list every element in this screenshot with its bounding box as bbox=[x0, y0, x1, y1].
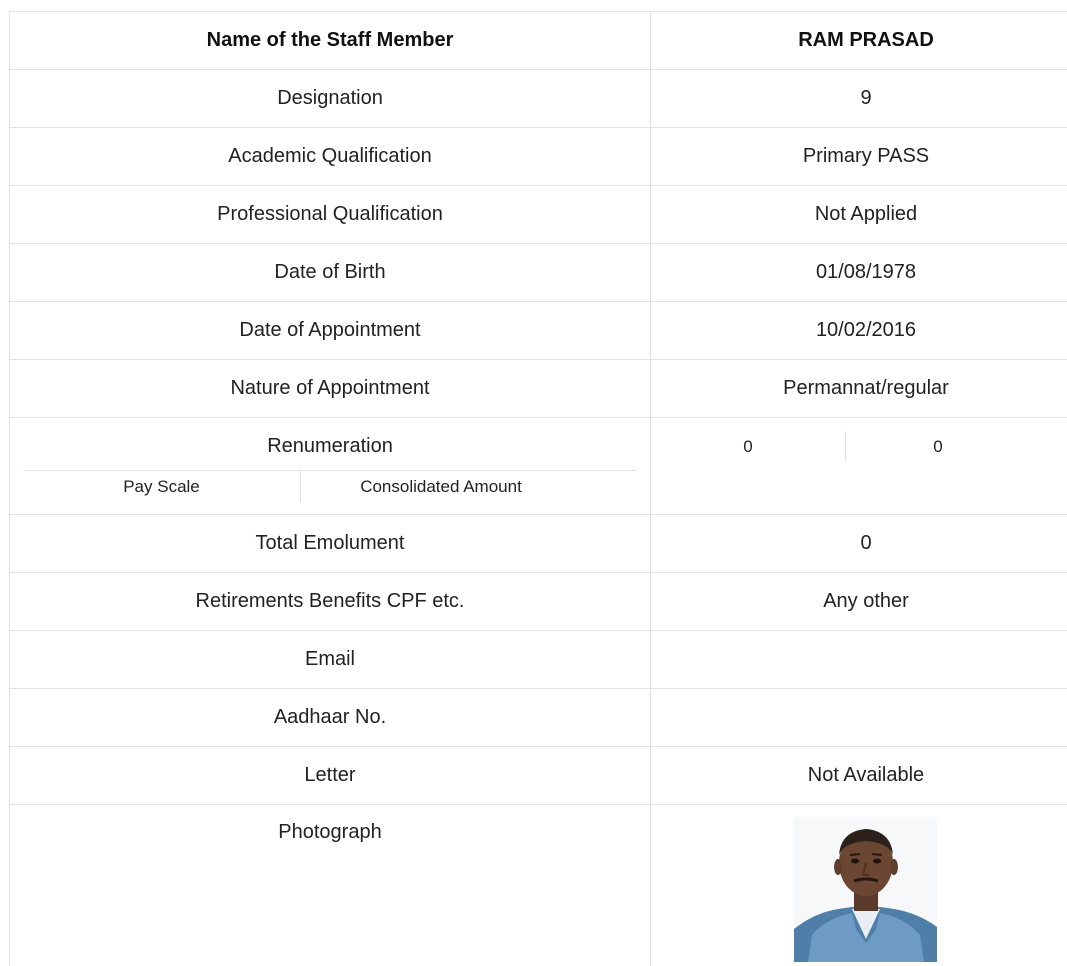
table-row: Renumeration Pay Scale Consolidated Amou… bbox=[9, 417, 1067, 515]
table-row: Designation 9 bbox=[9, 69, 1067, 128]
renumeration-values: 0 0 bbox=[651, 431, 1067, 462]
staff-details-table: Name of the Staff Member RAM PRASAD Desi… bbox=[9, 11, 1067, 966]
date-of-appointment-value: 10/02/2016 bbox=[650, 301, 1067, 360]
retirement-benefits-label: Retirements Benefits CPF etc. bbox=[9, 572, 651, 631]
designation-value: 9 bbox=[650, 69, 1067, 128]
letter-value: Not Available bbox=[650, 746, 1067, 805]
table-row: Academic Qualification Primary PASS bbox=[9, 127, 1067, 186]
photograph-value-cell bbox=[650, 804, 1067, 966]
table-row: Photograph bbox=[9, 804, 1067, 966]
table-row: Retirements Benefits CPF etc. Any other bbox=[9, 572, 1067, 631]
renumeration-label: Renumeration bbox=[267, 435, 393, 457]
table-row: Total Emolument 0 bbox=[9, 514, 1067, 573]
staff-photo-image bbox=[794, 817, 937, 962]
retirement-benefits-value: Any other bbox=[650, 572, 1067, 631]
renumeration-subheader: Pay Scale Consolidated Amount bbox=[23, 470, 637, 502]
aadhaar-label: Aadhaar No. bbox=[9, 688, 651, 747]
table-row: Date of Birth 01/08/1978 bbox=[9, 243, 1067, 302]
nature-of-appointment-value: Permannat/regular bbox=[650, 359, 1067, 418]
photograph-label: Photograph bbox=[278, 821, 382, 843]
date-of-appointment-label: Date of Appointment bbox=[9, 301, 651, 360]
renumeration-values-cell: 0 0 bbox=[650, 417, 1067, 515]
total-emolument-value: 0 bbox=[650, 514, 1067, 573]
table-row: Letter Not Available bbox=[9, 746, 1067, 805]
total-emolument-label: Total Emolument bbox=[9, 514, 651, 573]
consolidated-amount-value: 0 bbox=[933, 436, 943, 456]
table-row: Email bbox=[9, 630, 1067, 689]
renumeration-cell: Renumeration Pay Scale Consolidated Amou… bbox=[9, 417, 651, 515]
pay-scale-value: 0 bbox=[651, 431, 846, 462]
staff-details-page: Name of the Staff Member RAM PRASAD Desi… bbox=[0, 0, 1067, 966]
table-row: Nature of Appointment Permannat/regular bbox=[9, 359, 1067, 418]
staff-name-label: Name of the Staff Member bbox=[9, 11, 651, 70]
date-of-birth-label: Date of Birth bbox=[9, 243, 651, 302]
academic-qualification-label: Academic Qualification bbox=[9, 127, 651, 186]
photograph-cell: Photograph bbox=[9, 804, 651, 966]
table-row: Date of Appointment 10/02/2016 bbox=[9, 301, 1067, 360]
staff-photo bbox=[794, 817, 937, 962]
staff-name-value: RAM PRASAD bbox=[650, 11, 1067, 70]
table-row: Name of the Staff Member RAM PRASAD bbox=[9, 11, 1067, 70]
table-row: Aadhaar No. bbox=[9, 688, 1067, 747]
academic-qualification-value: Primary PASS bbox=[650, 127, 1067, 186]
date-of-birth-value: 01/08/1978 bbox=[650, 243, 1067, 302]
letter-label: Letter bbox=[9, 746, 651, 805]
professional-qualification-value: Not Applied bbox=[650, 185, 1067, 244]
table-row: Professional Qualification Not Applied bbox=[9, 185, 1067, 244]
designation-label: Designation bbox=[9, 69, 651, 128]
email-value bbox=[650, 630, 1067, 689]
professional-qualification-label: Professional Qualification bbox=[9, 185, 651, 244]
pay-scale-label: Pay Scale bbox=[23, 471, 301, 502]
email-label: Email bbox=[9, 630, 651, 689]
nature-of-appointment-label: Nature of Appointment bbox=[9, 359, 651, 418]
aadhaar-value bbox=[650, 688, 1067, 747]
consolidated-amount-label: Consolidated Amount bbox=[360, 476, 522, 496]
